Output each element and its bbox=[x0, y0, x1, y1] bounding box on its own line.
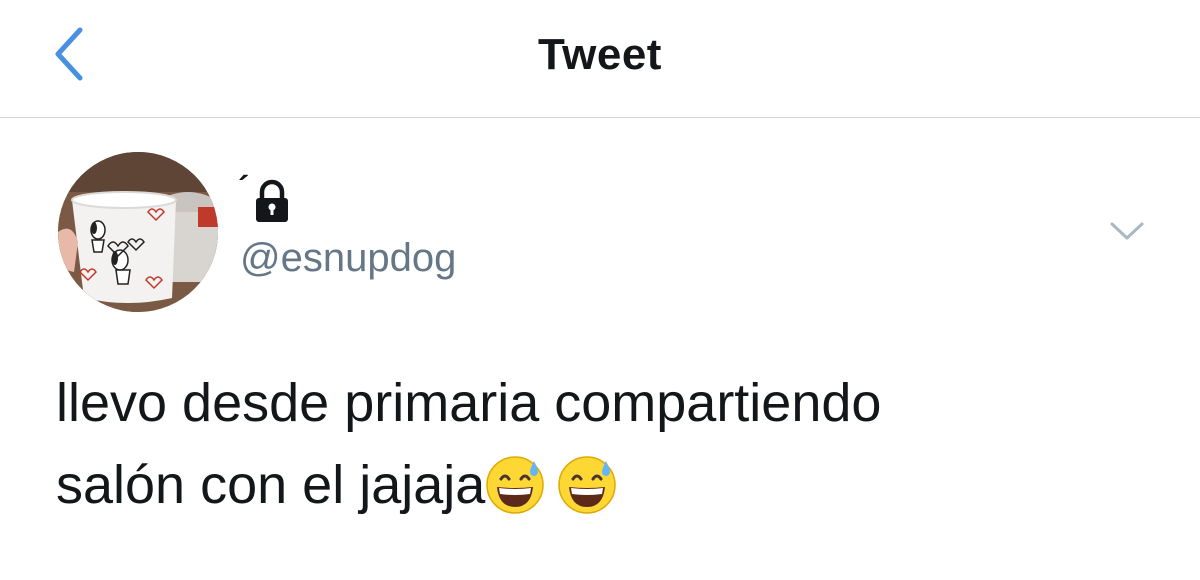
grinning-face-with-sweat-emoji-icon bbox=[558, 456, 617, 514]
tweet-body: llevo desde primaria compartiendo salón … bbox=[56, 362, 1156, 526]
author-handle[interactable]: @esnupdog bbox=[240, 236, 456, 281]
tweet-detail-screen: Tweet ´ @esnupdog llevo desde primaria c… bbox=[0, 0, 1200, 580]
avatar[interactable] bbox=[58, 152, 218, 312]
tweet-line-2-text: salón con el jajaja bbox=[56, 455, 486, 515]
snoopy-mug-avatar bbox=[58, 152, 218, 312]
tweet-line-1: llevo desde primaria compartiendo bbox=[56, 373, 882, 433]
tweet-line-2: salón con el jajaja bbox=[56, 444, 1156, 526]
lock-icon bbox=[256, 179, 288, 222]
grinning-face-with-sweat-emoji-icon bbox=[486, 456, 545, 514]
chevron-down-icon[interactable] bbox=[1102, 212, 1152, 252]
page-title: Tweet bbox=[538, 30, 662, 79]
nav-header: Tweet bbox=[0, 0, 1200, 118]
